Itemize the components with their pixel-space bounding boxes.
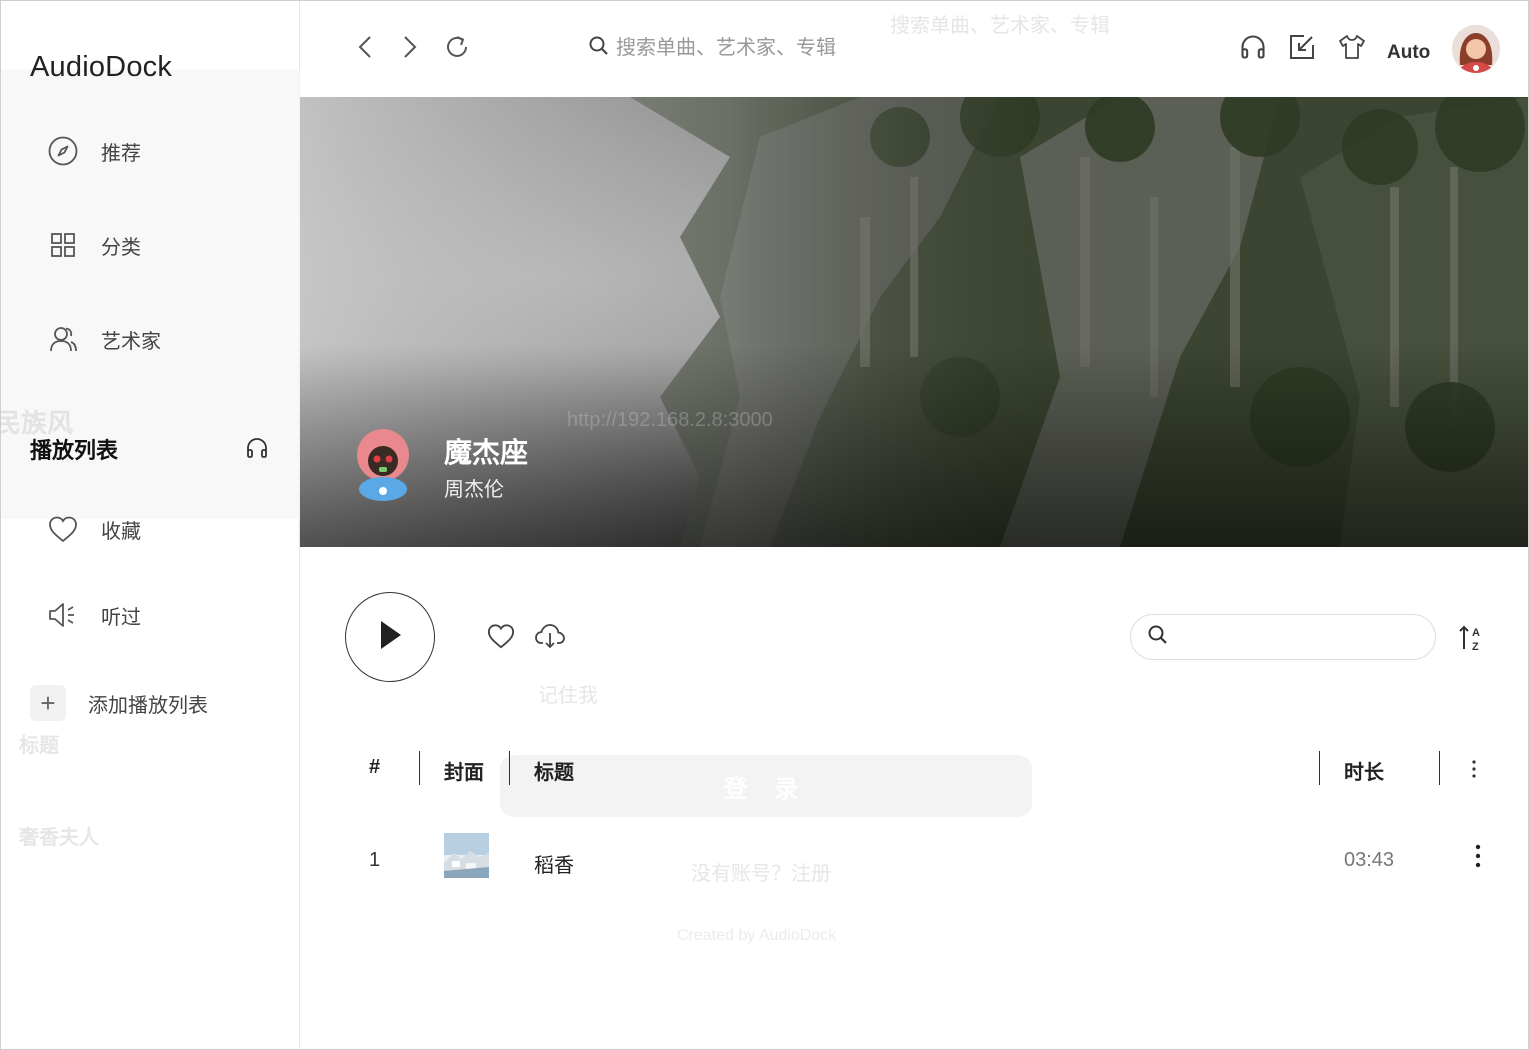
ghost-remember-text: 记住我 [538,685,598,707]
sidebar-item-label: 听过 [101,606,141,629]
add-playlist-button[interactable]: + 添加播放列表 [30,685,208,721]
sidebar-item-label: 收藏 [101,520,141,543]
user-avatar[interactable] [1452,25,1500,73]
sort-button[interactable]: AZ [1457,621,1487,655]
headphones-button[interactable] [1237,33,1269,65]
favorite-album-button[interactable] [486,623,516,653]
sidebar-item-recommend[interactable]: 推荐 [45,129,141,173]
headphones-icon[interactable] [243,434,271,462]
search-bar [588,35,1016,62]
back-button[interactable] [350,33,380,65]
ghost-footer-text: Created by AudioDock [677,927,837,944]
column-header-cover: 封面 [444,762,484,784]
track-more-button[interactable] [1468,844,1488,872]
playlist-section-title: 播放列表 [30,438,119,463]
column-options-button[interactable] [1464,757,1484,781]
plus-icon: + [30,685,66,721]
sidebar-item-label: 艺术家 [101,330,161,353]
theme-mode-label[interactable]: Auto [1387,42,1430,64]
app-window: AudioDock 推荐 分类 艺术家 民族风 播放列表 收藏 听过 + 添加播… [0,0,1529,1050]
mini-player-icon [1288,33,1316,66]
sidebar-item-favorites[interactable]: 收藏 [45,507,141,551]
sidebar-item-label: 推荐 [101,142,141,165]
track-search-input[interactable] [1179,626,1419,648]
play-all-button[interactable] [345,592,435,682]
search-icon [1147,624,1169,651]
track-index: 1 [369,849,381,871]
heart-icon [486,622,516,655]
theme-button[interactable] [1336,33,1368,65]
ghost-search-text: 搜索单曲、艺术家、专辑 [890,15,1110,37]
sidebar-item-artists[interactable]: 艺术家 [45,317,161,361]
column-divider[interactable] [509,751,510,785]
column-divider[interactable] [1439,751,1440,785]
sidebar: AudioDock 推荐 分类 艺术家 民族风 播放列表 收藏 听过 + 添加播… [1,1,300,1049]
ghost-title-text: 标题 [19,735,59,757]
speaker-icon [45,597,81,633]
app-logo: AudioDock [30,51,173,83]
track-search-box [1130,614,1436,660]
ghost-register-text: 没有账号？注册 [691,863,831,885]
cloud-download-icon [534,622,566,655]
column-header-index: # [369,756,381,778]
download-album-button[interactable] [535,623,565,653]
artist-avatar[interactable] [353,429,413,501]
sidebar-item-history[interactable]: 听过 [45,593,141,637]
more-vertical-icon [1468,842,1488,875]
ghost-url-text: http://192.168.2.8:3000 [567,409,773,431]
grid-icon [45,227,81,263]
theme-shirt-icon [1337,33,1367,66]
track-cover [444,833,489,878]
compass-icon [45,133,81,169]
sidebar-item-category[interactable]: 分类 [45,223,141,267]
svg-text:Z: Z [1472,641,1479,653]
ghost-login-button: 登 录 [500,755,1032,817]
play-icon [377,619,403,656]
column-header-title[interactable]: 标题 [534,756,574,785]
forward-button[interactable] [395,33,425,65]
refresh-icon [443,33,471,66]
more-vertical-icon [1464,760,1484,785]
refresh-button[interactable] [442,33,472,65]
heart-icon [45,511,81,547]
ghost-login-label: 登 录 [723,775,809,803]
mini-player-button[interactable] [1286,33,1318,65]
search-input[interactable] [616,37,1016,60]
search-icon [588,35,610,62]
sort-az-icon: AZ [1457,625,1487,659]
column-header-duration[interactable]: 时长 [1344,756,1384,785]
back-icon [355,34,375,65]
column-divider[interactable] [1319,751,1320,785]
track-duration: 03:43 [1344,849,1395,871]
top-bar: 搜索单曲、艺术家、专辑 Auto [300,1,1528,97]
users-icon [45,321,81,357]
track-title[interactable]: 稻香 [534,849,574,878]
ghost-song-text: 奢香夫人 [19,827,99,849]
headphones-icon [1239,33,1267,66]
column-divider[interactable] [419,751,420,785]
forward-icon [400,34,420,65]
svg-text:A: A [1472,627,1480,639]
sidebar-item-label: 分类 [101,236,141,259]
add-playlist-label: 添加播放列表 [88,694,208,717]
